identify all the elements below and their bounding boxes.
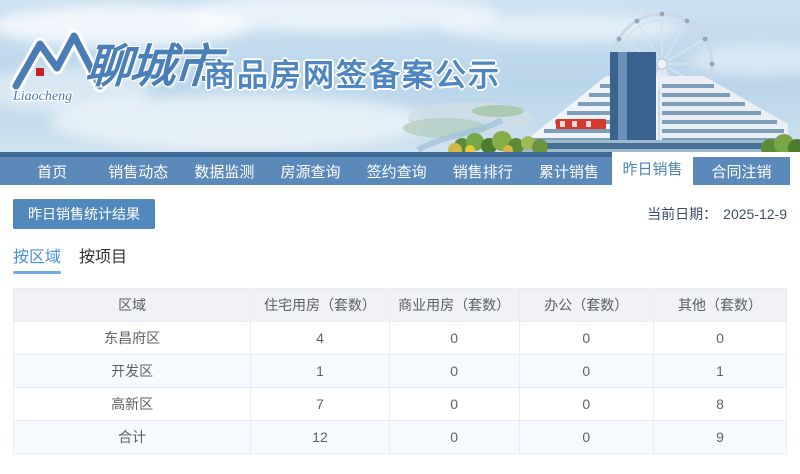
table-header: 区域 住宅用房（套数） 商业用房（套数） 办公（套数） 其他（套数） bbox=[12, 288, 787, 322]
cell-office: 0 bbox=[518, 354, 655, 388]
col-header-office: 办公（套数） bbox=[518, 288, 655, 322]
cell-commercial: 0 bbox=[388, 387, 520, 421]
main-content: 昨日销售统计结果 当前日期： 2025-12-9 按区域 按项目 区域 住宅用房（… bbox=[0, 199, 800, 454]
cell-region: 开发区 bbox=[12, 354, 252, 388]
cell-office: 0 bbox=[518, 321, 655, 355]
cell-region: 高新区 bbox=[12, 387, 252, 421]
nav-item-contract-query[interactable]: 签约查询 bbox=[354, 157, 440, 185]
logo-script-text: Liaocheng bbox=[12, 89, 72, 104]
view-tabs: 按区域 按项目 bbox=[13, 243, 787, 274]
current-date-label: 当前日期： bbox=[647, 206, 718, 222]
cell-residential: 4 bbox=[250, 321, 390, 355]
site-title: 商品房网签备案公示 bbox=[204, 58, 501, 93]
cell-other: 1 bbox=[653, 354, 787, 388]
col-header-residential: 住宅用房（套数） bbox=[250, 288, 390, 322]
cell-other: 8 bbox=[653, 387, 787, 421]
current-date-value: 2025-12-9 bbox=[723, 206, 787, 222]
nav-group: 首页 销售动态 数据监测 房源查询 签约查询 销售排行 累计销售 bbox=[0, 152, 612, 185]
nav-item-sales-dynamics[interactable]: 销售动态 bbox=[95, 157, 181, 185]
active-tab-underline bbox=[13, 271, 62, 274]
nav-item-cumulative-sales[interactable]: 累计销售 bbox=[526, 157, 612, 185]
toolbar: 昨日销售统计结果 当前日期： 2025-12-9 bbox=[13, 199, 787, 229]
nav-item-listing-query[interactable]: 房源查询 bbox=[267, 157, 353, 185]
main-nav: 首页 销售动态 数据监测 房源查询 签约查询 销售排行 累计销售 昨日销售 合同… bbox=[0, 152, 800, 185]
nav-item-home[interactable]: 首页 bbox=[9, 157, 95, 185]
cell-office: 0 bbox=[518, 420, 655, 454]
region-stats-table: 区域 住宅用房（套数） 商业用房（套数） 办公（套数） 其他（套数） 东昌府区 … bbox=[12, 288, 787, 454]
cell-residential: 12 bbox=[250, 420, 390, 454]
col-header-commercial: 商业用房（套数） bbox=[388, 288, 520, 322]
current-date: 当前日期： 2025-12-9 bbox=[647, 204, 787, 224]
city-name: 聊城市 bbox=[83, 41, 220, 92]
table-row-kaifaqu: 开发区 1 0 0 1 bbox=[12, 354, 787, 388]
col-header-other: 其他（套数） bbox=[653, 288, 787, 322]
nav-item-data-monitor[interactable]: 数据监测 bbox=[181, 157, 267, 185]
cell-region: 合计 bbox=[12, 420, 252, 454]
nav-item-sales-ranking[interactable]: 销售排行 bbox=[440, 157, 526, 185]
table-row-total: 合计 12 0 0 9 bbox=[12, 420, 787, 454]
tab-by-project[interactable]: 按项目 bbox=[79, 243, 127, 274]
cell-commercial: 0 bbox=[388, 321, 520, 355]
cell-other: 0 bbox=[653, 321, 787, 355]
col-header-region: 区域 bbox=[12, 288, 252, 322]
tab-by-region-label: 按区域 bbox=[13, 249, 62, 266]
table-row-dongchangfu: 东昌府区 4 0 0 0 bbox=[12, 321, 787, 355]
site-header: Liaocheng 聊城市 商品房网签备案公示 bbox=[0, 0, 800, 152]
tab-by-region[interactable]: 按区域 bbox=[13, 243, 62, 274]
nav-item-contract-cancellation[interactable]: 合同注销 bbox=[693, 157, 790, 185]
yesterday-sales-result-button[interactable]: 昨日销售统计结果 bbox=[13, 199, 155, 229]
cell-commercial: 0 bbox=[388, 354, 520, 388]
nav-item-yesterday-sales-active[interactable]: 昨日销售 bbox=[612, 152, 693, 185]
cell-commercial: 0 bbox=[388, 420, 520, 454]
cell-office: 0 bbox=[518, 387, 655, 421]
cell-residential: 1 bbox=[250, 354, 390, 388]
cell-residential: 7 bbox=[250, 387, 390, 421]
table-row-gaoxinqu: 高新区 7 0 0 8 bbox=[12, 387, 787, 421]
cell-region: 东昌府区 bbox=[12, 321, 252, 355]
cell-other: 9 bbox=[653, 420, 787, 454]
